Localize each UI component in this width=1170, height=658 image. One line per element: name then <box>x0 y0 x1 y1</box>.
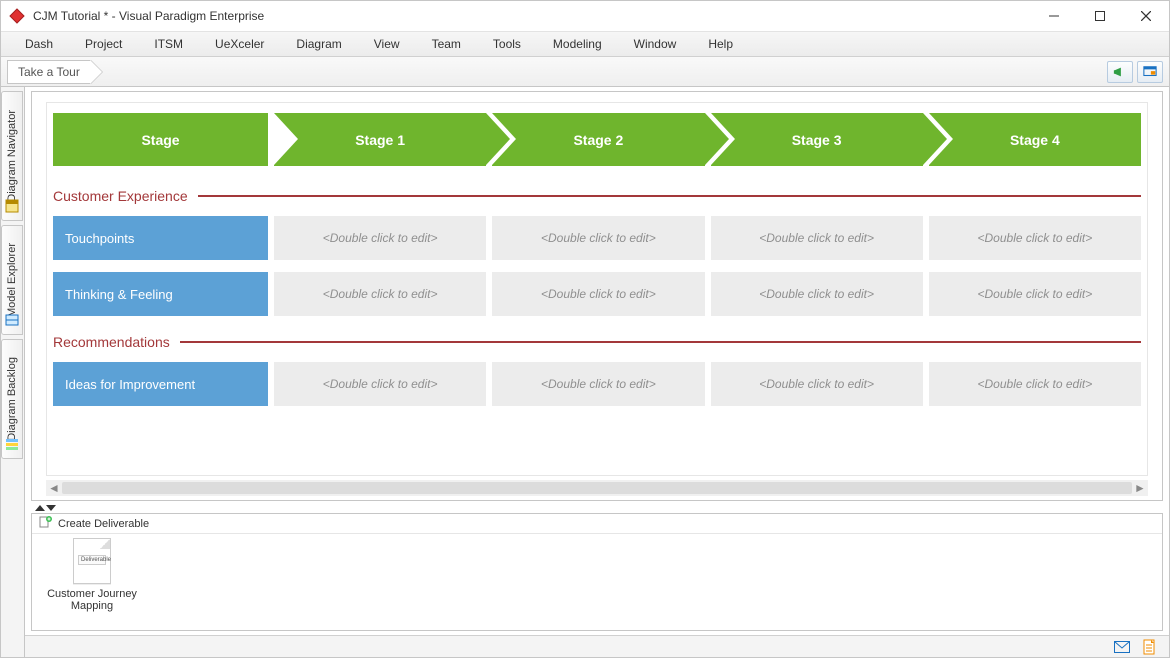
breadcrumb-bar: Take a Tour <box>1 57 1169 87</box>
deliverable-item-label: Customer Journey Mapping <box>42 588 142 612</box>
stage-column-1[interactable]: Stage 1 <box>274 113 486 166</box>
cell-touchpoints-4[interactable]: <Double click to edit> <box>929 216 1141 260</box>
stage-column-3[interactable]: Stage 3 <box>711 113 923 166</box>
menu-tools[interactable]: Tools <box>477 34 537 54</box>
minimize-button[interactable] <box>1031 1 1077 31</box>
row-touchpoints: Touchpoints <Double click to edit> <Doub… <box>53 216 1141 260</box>
deliverable-panel: Create Deliverable Deliverable Customer … <box>31 513 1163 631</box>
menu-dash[interactable]: Dash <box>9 34 69 54</box>
horizontal-scrollbar[interactable]: ◄ ► <box>46 480 1148 496</box>
row-ideas: Ideas for Improvement <Double click to e… <box>53 362 1141 406</box>
menu-itsm[interactable]: ITSM <box>138 34 199 54</box>
side-tab-diagram-backlog[interactable]: Diagram Backlog <box>1 339 23 459</box>
panel-resize-grip[interactable] <box>25 503 1169 513</box>
menu-view[interactable]: View <box>358 34 416 54</box>
side-tab-diagram-navigator[interactable]: Diagram Navigator <box>1 91 23 221</box>
cell-touchpoints-3[interactable]: <Double click to edit> <box>711 216 923 260</box>
cell-touchpoints-1[interactable]: <Double click to edit> <box>274 216 486 260</box>
menu-bar: Dash Project ITSM UeXceler Diagram View … <box>1 31 1169 57</box>
cell-touchpoints-2[interactable]: <Double click to edit> <box>492 216 704 260</box>
scroll-track[interactable] <box>62 482 1132 494</box>
cell-thinking-1[interactable]: <Double click to edit> <box>274 272 486 316</box>
stage-header-label-cell[interactable]: Stage <box>53 113 268 166</box>
deliverable-item-cjm[interactable]: Deliverable Customer Journey Mapping <box>42 538 142 612</box>
stage-column-4[interactable]: Stage 4 <box>929 113 1141 166</box>
scroll-left-icon[interactable]: ◄ <box>46 480 62 496</box>
cell-thinking-4[interactable]: <Double click to edit> <box>929 272 1141 316</box>
row-label-ideas[interactable]: Ideas for Improvement <box>53 362 268 406</box>
deliverable-header[interactable]: Create Deliverable <box>32 514 1162 534</box>
switch-view-icon[interactable] <box>1137 61 1163 83</box>
cell-ideas-1[interactable]: <Double click to edit> <box>274 362 486 406</box>
row-thinking-feeling: Thinking & Feeling <Double click to edit… <box>53 272 1141 316</box>
cell-ideas-4[interactable]: <Double click to edit> <box>929 362 1141 406</box>
title-bar: CJM Tutorial * - Visual Paradigm Enterpr… <box>1 1 1169 31</box>
breadcrumb-label: Take a Tour <box>18 65 80 79</box>
stage-header-label: Stage <box>141 132 179 148</box>
cell-ideas-2[interactable]: <Double click to edit> <box>492 362 704 406</box>
row-label-thinking-feeling[interactable]: Thinking & Feeling <box>53 272 268 316</box>
menu-diagram[interactable]: Diagram <box>280 34 357 54</box>
cell-thinking-3[interactable]: <Double click to edit> <box>711 272 923 316</box>
cell-thinking-2[interactable]: <Double click to edit> <box>492 272 704 316</box>
menu-modeling[interactable]: Modeling <box>537 34 618 54</box>
deliverable-thumb-icon: Deliverable <box>73 538 111 584</box>
backlog-icon <box>5 437 19 454</box>
create-deliverable-icon <box>38 515 52 532</box>
deliverable-header-label: Create Deliverable <box>58 518 149 530</box>
app-icon <box>9 8 25 24</box>
menu-help[interactable]: Help <box>692 34 749 54</box>
menu-uexceler[interactable]: UeXceler <box>199 34 280 54</box>
menu-project[interactable]: Project <box>69 34 138 54</box>
cell-ideas-3[interactable]: <Double click to edit> <box>711 362 923 406</box>
scroll-right-icon[interactable]: ► <box>1132 480 1148 496</box>
maximize-button[interactable] <box>1077 1 1123 31</box>
status-bar <box>25 635 1169 657</box>
stage-header-row: Stage Stage 1 Stage 2 Stage 3 Stage 4 <box>53 113 1141 166</box>
section-customer-experience[interactable]: Customer Experience <box>53 188 1141 204</box>
close-button[interactable] <box>1123 1 1169 31</box>
stage-column-2[interactable]: Stage 2 <box>492 113 704 166</box>
row-label-touchpoints[interactable]: Touchpoints <box>53 216 268 260</box>
diagram-canvas[interactable]: Stage Stage 1 Stage 2 Stage 3 Stage 4 <box>31 91 1163 501</box>
mail-icon[interactable] <box>1113 638 1131 656</box>
window-title: CJM Tutorial * - Visual Paradigm Enterpr… <box>33 9 264 23</box>
document-icon[interactable] <box>1141 638 1159 656</box>
section-recommendations[interactable]: Recommendations <box>53 334 1141 350</box>
breadcrumb-tab[interactable]: Take a Tour <box>7 60 91 84</box>
navigator-icon <box>5 199 19 216</box>
model-explorer-icon <box>5 313 19 330</box>
menu-window[interactable]: Window <box>618 34 693 54</box>
announcement-icon[interactable] <box>1107 61 1133 83</box>
menu-team[interactable]: Team <box>416 34 477 54</box>
side-tab-model-explorer[interactable]: Model Explorer <box>1 225 23 335</box>
side-tabs: Diagram Navigator Model Explorer Diagram… <box>1 87 25 657</box>
